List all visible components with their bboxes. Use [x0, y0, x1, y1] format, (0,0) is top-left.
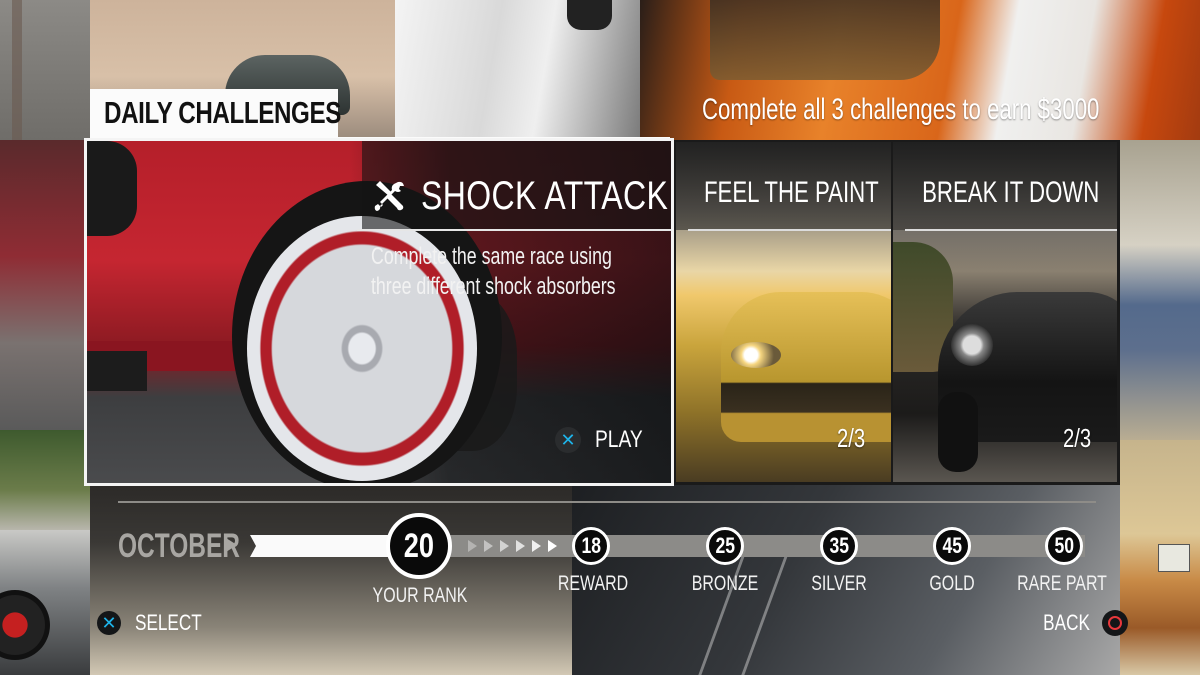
- car-image: [938, 392, 978, 472]
- select-label: SELECT: [135, 610, 202, 635]
- milestone-node: 50: [1045, 527, 1083, 565]
- milestone-label: SILVER: [811, 572, 867, 595]
- milestone-value: 45: [942, 533, 962, 558]
- milestone-node: 18: [572, 527, 610, 565]
- milestone-value: 25: [715, 533, 735, 558]
- milestone-node: 25: [706, 527, 744, 565]
- featured-challenge-description: Complete the same race using three diffe…: [371, 242, 616, 302]
- milestone-value: 35: [829, 533, 849, 558]
- cross-button-icon: ✕: [555, 427, 581, 453]
- background-car-image: [567, 0, 612, 30]
- circle-button-icon: [1101, 610, 1128, 636]
- background-tile: [0, 530, 90, 675]
- background-tile: [0, 140, 90, 430]
- arrow-right-icon: [226, 538, 237, 552]
- challenge-progress: 2/3: [836, 423, 865, 453]
- divider: [688, 229, 891, 231]
- cross-button-icon: ✕: [97, 611, 121, 635]
- challenge-title: BREAK IT DOWN: [922, 176, 1100, 209]
- background-tile: [1120, 440, 1200, 675]
- play-label: PLAY: [595, 426, 643, 453]
- back-label: BACK: [1043, 610, 1090, 635]
- milestone-label: REWARD: [557, 572, 629, 595]
- your-rank-value: 20: [403, 526, 435, 565]
- challenge-card[interactable]: BREAK IT DOWN 2/3: [893, 142, 1117, 482]
- milestone-label: GOLD: [929, 572, 975, 595]
- background-tile: [0, 430, 90, 530]
- chevron-right-icon: [468, 540, 477, 552]
- challenge-progress: 2/3: [1062, 423, 1091, 453]
- background-car-image: [0, 590, 50, 660]
- chevron-right-icon: [516, 540, 525, 552]
- chevron-right-icon: [500, 540, 509, 552]
- reward-banner: Complete all 3 challenges to earn $3000: [702, 93, 1100, 126]
- car-image: [87, 351, 147, 391]
- challenge-title: FEEL THE PAINT: [703, 176, 879, 209]
- page-title-tab: DAILY CHALLENGES: [90, 89, 341, 137]
- milestone-value: 50: [1054, 533, 1074, 558]
- milestone-label: RARE PART: [1017, 572, 1107, 595]
- progress-track-remaining: [430, 535, 1085, 557]
- background-tile: [395, 0, 640, 140]
- your-rank-label: YOUR RANK: [372, 584, 468, 607]
- featured-challenge-card[interactable]: SHOCK ATTACK Complete the same race usin…: [84, 138, 674, 486]
- wrench-screwdriver-icon: [374, 181, 404, 211]
- background-tile: [0, 0, 90, 140]
- select-button[interactable]: ✕ SELECT: [97, 610, 221, 636]
- play-button[interactable]: ✕ PLAY: [555, 426, 655, 454]
- back-button[interactable]: BACK: [1030, 610, 1128, 636]
- your-rank-node: 20: [386, 513, 452, 579]
- description-line: three different shock absorbers: [371, 273, 616, 300]
- background-tile: [1120, 140, 1200, 440]
- background-car-image: [710, 0, 940, 80]
- car-image: [951, 324, 993, 366]
- chevron-right-icon: [548, 540, 557, 552]
- divider: [357, 229, 671, 231]
- challenge-card[interactable]: FEEL THE PAINT 2/3: [676, 142, 891, 482]
- background-car-image: [1158, 544, 1190, 572]
- description-line: Complete the same race using: [371, 243, 612, 270]
- divider: [118, 501, 1096, 503]
- car-image: [731, 342, 781, 368]
- page-title: DAILY CHALLENGES: [104, 95, 341, 130]
- month-label: OCTOBER: [118, 527, 240, 565]
- milestone-label: BRONZE: [691, 572, 759, 595]
- milestone-node: 45: [933, 527, 971, 565]
- chevron-right-icon: [532, 540, 541, 552]
- milestone-value: 18: [581, 533, 601, 558]
- featured-challenge-title: SHOCK ATTACK: [421, 174, 669, 218]
- chevron-right-icon: [484, 540, 493, 552]
- divider: [905, 229, 1117, 231]
- car-image: [87, 141, 137, 236]
- milestone-node: 35: [820, 527, 858, 565]
